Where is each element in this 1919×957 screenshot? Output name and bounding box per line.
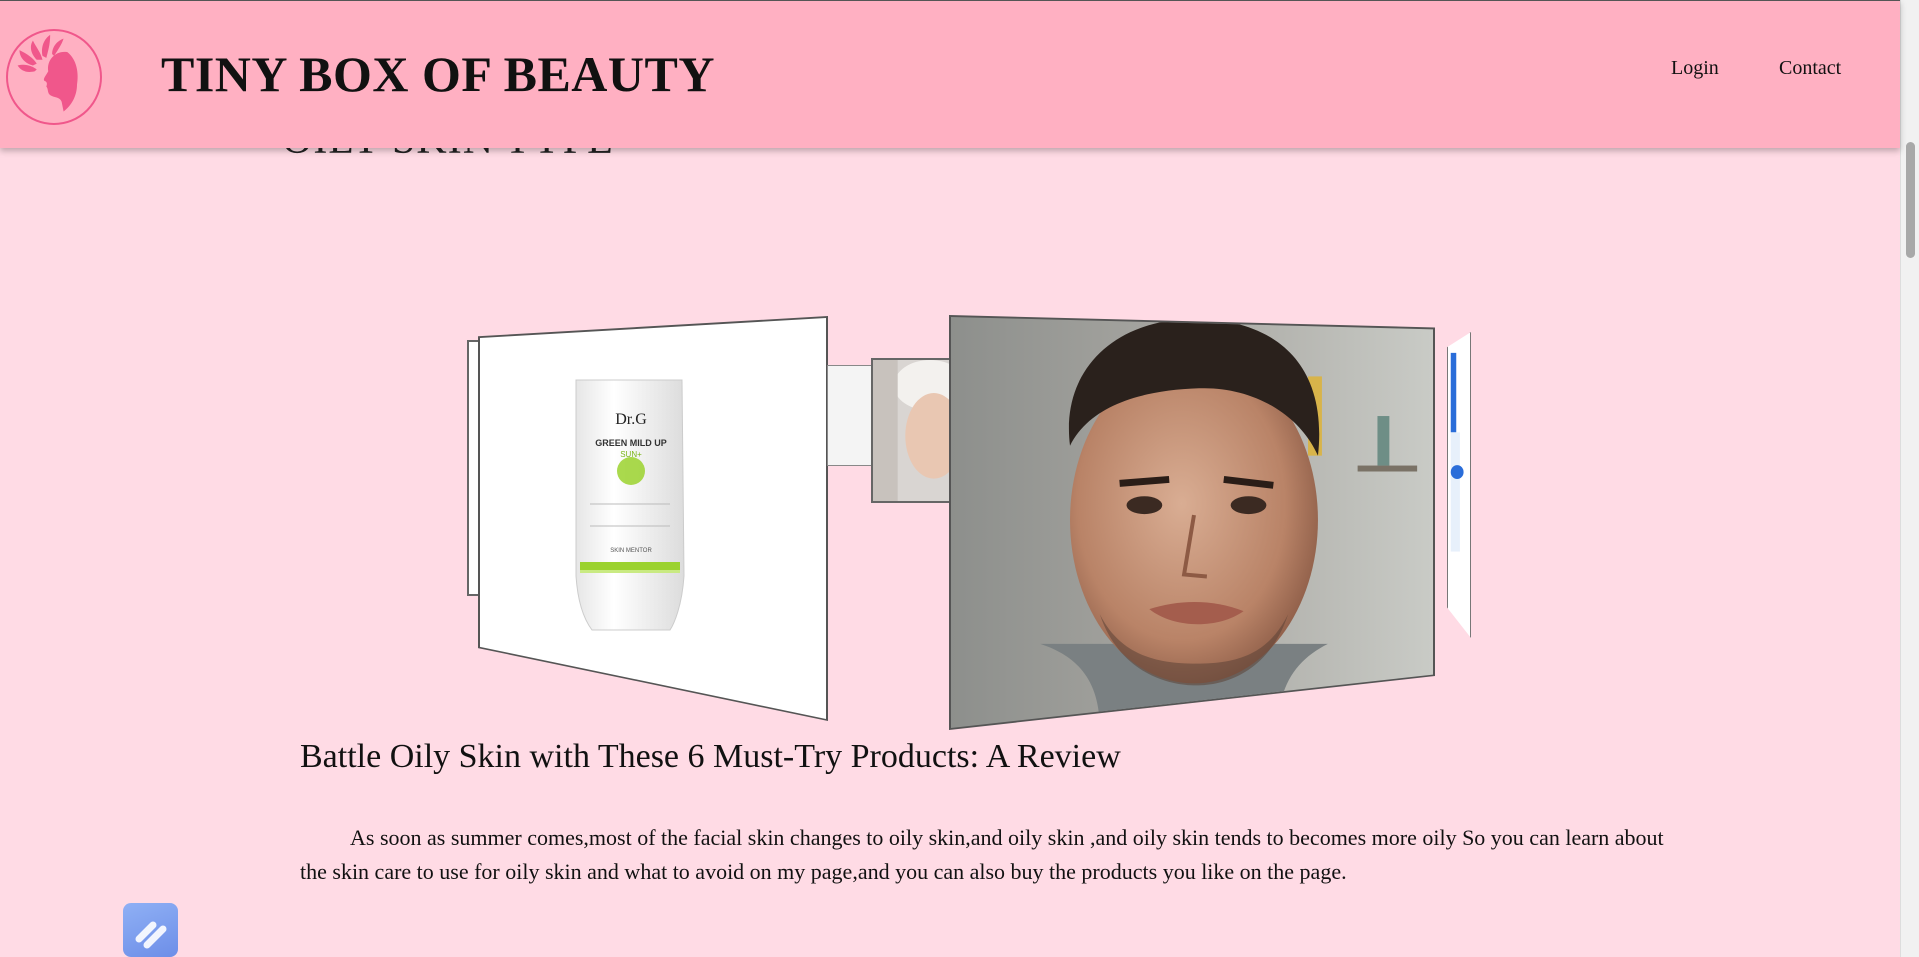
article-body: As soon as summer comes,most of the faci… <box>300 825 1664 884</box>
floating-action-button[interactable] <box>123 903 178 957</box>
product-name-line1: GREEN MILD UP <box>595 438 667 448</box>
carousel-card-product-small[interactable] <box>827 365 873 466</box>
product-bottle-image <box>1450 352 1464 552</box>
sunscreen-tube-image: Dr.G GREEN MILD UP SUN+ SKIN MENTOR <box>575 379 685 631</box>
carousel-card-right[interactable] <box>1447 332 1471 638</box>
carousel-card-man-face[interactable] <box>949 315 1435 730</box>
scrollbar-thumb[interactable] <box>1906 142 1915 258</box>
product-footer: SKIN MENTOR <box>610 548 652 554</box>
site-title: TINY BOX OF BEAUTY <box>161 46 715 102</box>
carousel-card-towel-woman[interactable] <box>871 358 951 503</box>
product-name-line2: SUN+ <box>620 450 642 459</box>
man-face-image <box>951 317 1433 728</box>
site-header: TINY BOX OF BEAUTY Login Contact <box>0 0 1900 148</box>
page-scrollbar[interactable] <box>1900 0 1919 957</box>
carousel-card-product[interactable]: Dr.G GREEN MILD UP SUN+ SKIN MENTOR <box>478 316 828 721</box>
product-brand: Dr.G <box>615 411 647 428</box>
link-icon <box>135 921 167 949</box>
woman-towel-image <box>873 360 949 501</box>
logo-icon[interactable] <box>6 29 102 125</box>
woman-face-icon <box>17 34 78 112</box>
nav-login-link[interactable]: Login <box>1671 57 1719 80</box>
nav-contact-link[interactable]: Contact <box>1779 57 1841 80</box>
article-title: Battle Oily Skin with These 6 Must-Try P… <box>300 738 1121 775</box>
